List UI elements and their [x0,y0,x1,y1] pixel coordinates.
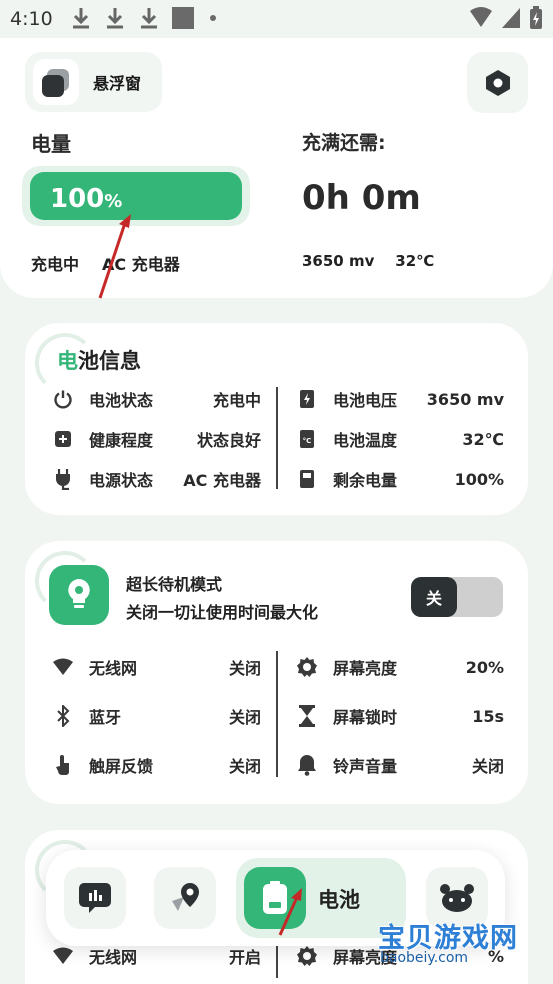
standby-mode-card: 超长待机模式 关闭一切让使用时间最大化 关 无线网 关闭 蓝牙 关闭 触屏反馈 关闭 … [25,541,528,804]
toggle-knob: 关 [411,577,457,617]
location-icon [172,883,199,911]
setting-row-wifi: 无线网 关闭 [51,653,261,681]
info-row-temperature: °C 电池温度 32℃ [295,425,504,453]
info-row-voltage: 电池电压 3650 mv [295,385,504,413]
setting-row-wifi: 无线网 开启 [51,942,261,970]
setting-row-brightness: 屏幕亮度 20% [295,653,504,681]
voltage-icon [295,387,319,411]
voltage-temperature: 3650 mv 32℃ [302,252,435,270]
battery-remaining-icon [295,467,319,491]
battery-level-bar: 100% [22,166,250,226]
hourglass-icon [295,704,319,728]
divider [276,651,278,777]
notification-icons [70,6,216,30]
card-title: 电池信息 [57,349,141,373]
svg-text:°C: °C [303,437,312,445]
battery-info-card: 电池信息 电池状态 充电中 健康程度 状态良好 电源状态 AC 充电器 电池电压 365… [25,323,528,515]
hexagon-settings-icon [485,69,510,96]
plug-icon [51,467,75,491]
info-row-power-source: 电源状态 AC 充电器 [51,465,261,493]
brightness-icon [295,655,319,679]
info-row-remaining: 剩余电量 100% [295,465,504,493]
info-row-battery-status: 电池状态 充电中 [51,385,261,413]
charge-state: 充电中 [31,255,80,274]
wifi-icon [51,944,75,968]
battery-percent: 100% [50,184,123,214]
nav-location-button[interactable] [154,867,216,929]
info-row-health: 健康程度 状态良好 [51,425,261,453]
cell-signal-icon [502,8,520,28]
standby-mode-subtitle: 关闭一切让使用时间最大化 [126,603,319,622]
float-window-icon [33,59,79,105]
time-to-full: 0h 0m [302,178,421,218]
watermark: 宝贝游戏网 baobeiy.com [378,916,538,978]
setting-row-ringtone-volume: 铃声音量 关闭 [295,751,504,779]
game-icon [440,884,474,912]
bluetooth-icon [51,704,75,728]
full-charge-label: 充满还需: [302,132,386,154]
battery-overview-panel: 悬浮窗 电量 充满还需: 100% 0h 0m 充电中 AC 充电器 3650 … [0,38,553,298]
nav-monitor-button[interactable] [64,867,126,929]
settings-button[interactable] [467,52,528,113]
nav-battery-label: 电池 [318,888,360,912]
brightness-icon [295,944,319,968]
status-bar: 4:10 [0,0,553,38]
monitor-icon [79,883,111,913]
bell-icon [295,753,319,777]
battery-icon [244,867,306,929]
lightbulb-icon [49,565,109,625]
wifi-icon [51,655,75,679]
download-icon [141,8,157,29]
power-icon [51,387,75,411]
setting-row-screen-lock: 屏幕锁时 15s [295,702,504,730]
download-icon [107,8,123,29]
setting-row-bluetooth: 蓝牙 关闭 [51,702,261,730]
charger-type: AC 充电器 [102,255,180,274]
standby-mode-toggle[interactable]: 关 [411,577,503,617]
power-label: 电量 [31,132,71,156]
wifi-signal-icon [470,7,492,27]
float-window-button[interactable]: 悬浮窗 [25,52,162,112]
status-time: 4:10 [10,8,53,30]
battery-level-fill: 100% [30,172,242,220]
more-notifications-icon [210,15,216,21]
float-window-label: 悬浮窗 [93,74,142,93]
divider [276,387,278,489]
standby-mode-title: 超长待机模式 [126,575,223,594]
watermark-url: baobeiy.com [380,950,469,966]
setting-row-touch-feedback: 触屏反馈 关闭 [51,751,261,779]
temperature-icon: °C [295,427,319,451]
download-icon [73,8,89,29]
system-icons [469,6,543,30]
touch-icon [51,753,75,777]
app-notification-icon [172,7,194,29]
battery-charging-icon [530,6,542,29]
health-plus-icon [51,427,75,451]
